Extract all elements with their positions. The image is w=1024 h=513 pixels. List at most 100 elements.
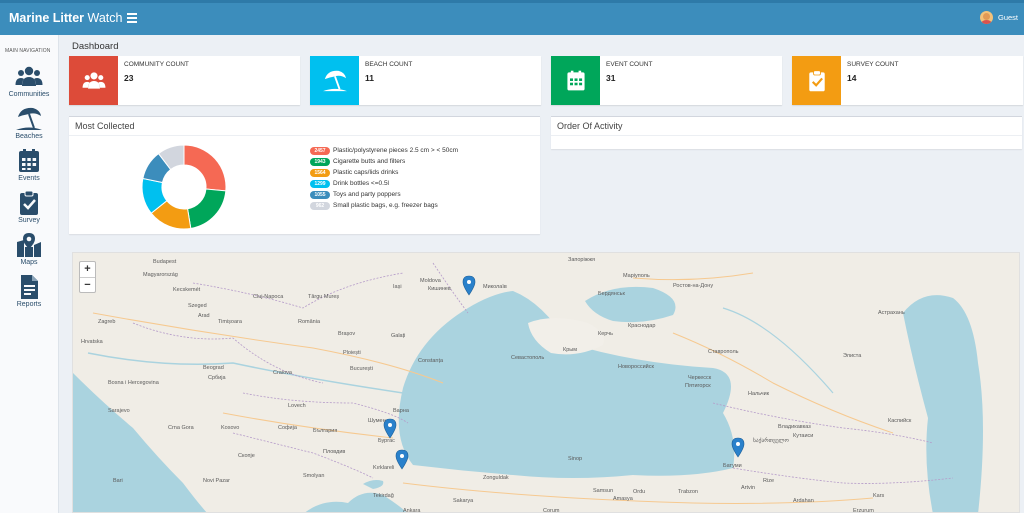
sidebar-item-label: Maps — [20, 259, 38, 266]
map-place-label: Маріуполь — [623, 273, 650, 279]
map-place-label: Миколаїв — [483, 284, 507, 290]
map-place-label: Cluj-Napoca — [253, 294, 284, 300]
map-place-label: Бургас — [378, 438, 395, 444]
map-place-label: Ставрополь — [708, 349, 739, 355]
stat-value: 14 — [847, 73, 857, 83]
map-place-label: Кишинев — [428, 286, 451, 292]
map-place-label: Rize — [763, 478, 775, 484]
count-badge: 1299 — [310, 179, 330, 188]
stat-beach-count: BEACH COUNT 11 — [310, 56, 541, 105]
map-place-label: Çorum — [543, 508, 560, 513]
legend-item: 1943 Cigarette butts and filters — [310, 156, 458, 167]
stat-icon-box — [792, 56, 841, 105]
map-place-label: Элиста — [843, 353, 862, 359]
map-place-label: Crna Gora — [168, 425, 194, 431]
user-menu[interactable]: Guest — [979, 11, 1018, 24]
sidebar-item-maps[interactable]: Maps — [0, 232, 58, 266]
sidebar-heading: MAIN NAVIGATION — [5, 48, 51, 54]
users-icon — [82, 71, 105, 89]
stat-community-count: COMMUNITY COUNT 23 — [69, 56, 300, 105]
map-place-label: Пятигорск — [685, 383, 711, 389]
map-place-label: Craiova — [273, 370, 292, 376]
sidebar-item-label: Events — [18, 175, 40, 182]
map-place-label: საქართველო — [753, 438, 789, 444]
legend-label: Cigarette butts and filters — [333, 158, 406, 165]
map-place-label: Ankara — [403, 508, 421, 513]
stat-label: BEACH COUNT — [365, 61, 413, 68]
map-place-label: Софија — [278, 425, 297, 431]
app-brand[interactable]: Marine Litter Watch — [9, 11, 122, 25]
map-place-label: Каспийск — [888, 418, 912, 424]
file-report-icon — [21, 275, 38, 299]
sidebar-item-events[interactable]: Events — [0, 148, 58, 182]
clipboard-check-icon — [808, 69, 825, 91]
map-place-label: Galați — [391, 333, 406, 339]
map-place-label: Novi Pazar — [203, 478, 230, 484]
sidebar-item-reports[interactable]: Reports — [0, 274, 58, 308]
map-place-label: Владикавказ — [778, 424, 811, 430]
map-place-label: Скопје — [238, 453, 255, 459]
sidebar-item-label: Beaches — [15, 133, 43, 140]
brand-light: Watch — [84, 11, 123, 25]
sidebar-item-survey[interactable]: Survey — [0, 190, 58, 224]
map-place-label: Черкесск — [688, 375, 712, 381]
sidebar-item-beaches[interactable]: Beaches — [0, 106, 58, 140]
map-view[interactable]: Budapest Magyarország Kecskemét Szeged Arad C… — [72, 252, 1020, 513]
legend-label: Drink bottles <=0.5l — [333, 180, 390, 187]
legend-item: 1564 Plastic caps/lids drinks — [310, 167, 458, 178]
map-place-label: Sakarya — [453, 498, 474, 504]
activity-panel: Order Of Activity — [551, 116, 1022, 149]
map-place-label: Zonguldak — [483, 475, 509, 481]
legend-item: 1299 Drink bottles <=0.5l — [310, 178, 458, 189]
map-place-label: Lovech — [288, 403, 306, 409]
map-place-label: Trabzon — [678, 489, 698, 495]
map-place-label: Sarajevo — [108, 408, 130, 414]
calendar-icon — [566, 70, 585, 90]
calendar-icon — [19, 149, 39, 172]
donut-slice[interactable] — [186, 188, 227, 230]
legend-label: Plastic caps/lids drinks — [333, 169, 399, 176]
count-badge: 1564 — [310, 168, 330, 177]
map-place-label: Ardahan — [793, 498, 814, 504]
map-place-label: Brașov — [338, 331, 356, 337]
map-place-label: Beograd — [203, 365, 224, 371]
users-icon — [15, 66, 43, 86]
map-place-label: Zagreb — [98, 319, 116, 325]
panel-title: Most Collected — [69, 117, 540, 136]
page-title: Dashboard — [72, 41, 119, 52]
stat-icon-box — [69, 56, 118, 105]
map-place-label: Budapest — [153, 259, 177, 265]
map-place-label: Кутаиси — [793, 433, 814, 439]
stat-icon-box — [551, 56, 600, 105]
donut-slice[interactable] — [183, 144, 227, 192]
stat-label: COMMUNITY COUNT — [124, 61, 189, 68]
count-badge: 1055 — [310, 190, 330, 199]
user-name: Guest — [997, 13, 1018, 22]
map-place-label: Крым — [563, 347, 577, 353]
map-place-label: Нальчик — [748, 391, 770, 397]
legend-item: 1055 Toys and party poppers — [310, 189, 458, 200]
map-place-label: Bari — [113, 478, 123, 484]
map-canvas[interactable] — [73, 253, 1020, 513]
legend-label: Plastic/polystyrene pieces 2.5 cm > < 50… — [333, 147, 459, 154]
map-place-label: Запоріжжя — [568, 257, 596, 263]
chart-legend: 2457 Plastic/polystyrene pieces 2.5 cm > … — [310, 145, 458, 211]
map-place-label: Шумен — [368, 418, 386, 424]
map-place-label: Краснодар — [628, 323, 656, 329]
zoom-control: + − — [79, 261, 96, 293]
zoom-out-button[interactable]: − — [80, 277, 95, 292]
menu-toggle-icon[interactable] — [127, 13, 137, 23]
sidebar: MAIN NAVIGATION Communities Beaches Even… — [0, 35, 59, 513]
map-place-label: Magyarország — [143, 272, 178, 278]
legend-item: 962 Small plastic bags, e.g. freezer bags — [310, 200, 458, 211]
map-place-label: România — [298, 319, 321, 325]
stat-icon-box — [310, 56, 359, 105]
map-place-label: Ploiești — [343, 350, 361, 356]
count-badge: 2457 — [310, 146, 330, 155]
sidebar-item-communities[interactable]: Communities — [0, 64, 58, 98]
zoom-in-button[interactable]: + — [80, 262, 95, 277]
map-place-label: Iași — [393, 284, 402, 290]
map-place-label: Бердянськ — [598, 291, 625, 297]
map-place-label: Smolyan — [303, 473, 325, 479]
map-place-label: Hrvatska — [81, 339, 103, 345]
